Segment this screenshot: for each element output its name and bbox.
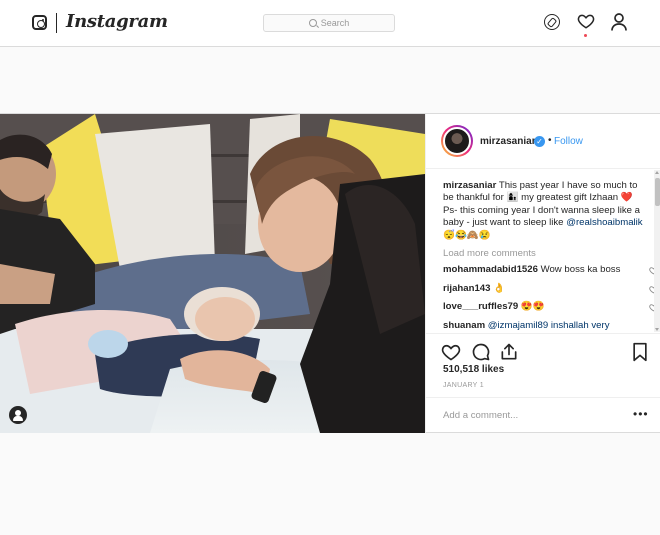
comment-text: 😍😍 [520, 301, 545, 313]
search-placeholder: Search [320, 18, 350, 28]
search-icon [308, 19, 317, 27]
comment-username[interactable]: mohammadabid1526 [443, 264, 538, 275]
comment-username[interactable]: love___ruffles79 [443, 301, 518, 312]
post-date: JANUARY 1 [443, 382, 484, 389]
post-card: mirzasaniar ✓ • Follow mirzasaniar This … [0, 113, 660, 433]
caption-mention-link[interactable]: @realshoaibmalik [566, 217, 642, 228]
scroll-up-arrow-icon[interactable] [655, 171, 659, 174]
add-comment-input[interactable]: Add a comment... [443, 410, 518, 421]
add-comment-bar: Add a comment... ••• [426, 397, 660, 433]
tagged-users-icon[interactable] [9, 406, 27, 424]
likes-count[interactable]: 510,518 likes [443, 364, 504, 375]
explore-compass-icon[interactable] [544, 14, 560, 30]
verified-badge-icon: ✓ [534, 136, 545, 147]
avatar[interactable] [441, 125, 473, 157]
logo-divider [56, 13, 57, 33]
author-username[interactable]: mirzasaniar [480, 136, 536, 147]
comment-username[interactable]: rijahan143 [443, 283, 490, 294]
scroll-thumb[interactable] [655, 178, 660, 206]
list-item: shuanam @izmajamil89 inshallah very [443, 320, 643, 332]
post-side-panel: mirzasaniar ✓ • Follow mirzasaniar This … [425, 114, 660, 433]
activity-heart-icon[interactable] [577, 12, 595, 30]
list-item: rijahan143 👌 [443, 282, 655, 295]
notification-dot [584, 34, 587, 37]
scroll-down-arrow-icon[interactable] [655, 328, 659, 331]
load-more-comments-button[interactable]: Load more comments [443, 248, 655, 260]
comment-text: 👌 [493, 282, 506, 294]
comment-text: Wow boss ka boss [540, 264, 621, 276]
post-photo[interactable] [0, 114, 425, 433]
post-header: mirzasaniar ✓ • Follow [426, 114, 660, 169]
comment-text: @izmajamil89 inshallah very [487, 319, 610, 331]
share-upload-icon[interactable] [499, 342, 519, 362]
more-options-button[interactable]: ••• [633, 408, 649, 420]
comments-scrollbar[interactable] [654, 170, 660, 332]
comment-bubble-icon[interactable] [471, 342, 491, 362]
like-heart-icon[interactable] [441, 342, 461, 362]
list-item: love___ruffles79 😍😍 [443, 301, 655, 313]
comment-username[interactable]: shuanam [443, 320, 485, 331]
instagram-camera-icon[interactable] [32, 15, 47, 30]
caption-username[interactable]: mirzasaniar [443, 180, 496, 191]
save-bookmark-icon[interactable] [631, 342, 649, 362]
caption: mirzasaniar This past year I have so muc… [443, 180, 648, 242]
search-input[interactable]: Search [263, 14, 395, 32]
profile-icon[interactable] [611, 13, 627, 31]
comments-list: mirzasaniar This past year I have so muc… [426, 170, 655, 332]
top-nav-bar: Instagram Search [0, 0, 660, 47]
caption-emoji: 😴😂🙈😢 [443, 229, 491, 241]
list-item: mohammadabid1526 Wow boss ka boss [443, 264, 655, 276]
separator-dot: • [548, 135, 552, 146]
follow-button[interactable]: Follow [554, 136, 583, 147]
instagram-wordmark[interactable]: Instagram [66, 11, 168, 32]
post-image [0, 114, 425, 433]
